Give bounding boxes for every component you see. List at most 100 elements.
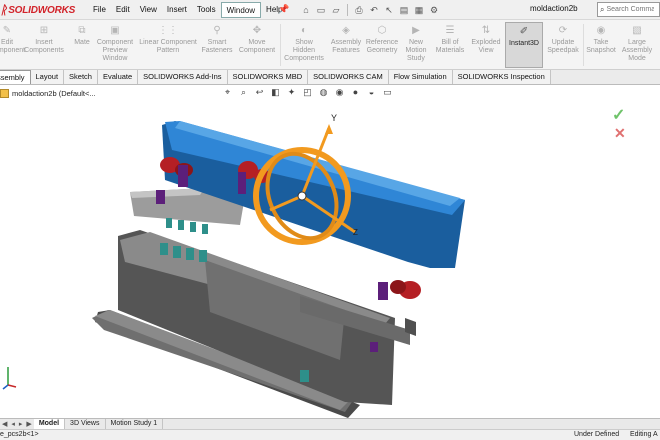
menu-insert[interactable]: Insert [162, 2, 192, 18]
menu-edit[interactable]: Edit [111, 2, 135, 18]
view-orientation-icon[interactable]: ◰ [302, 87, 313, 98]
scroll-right-icon[interactable]: ▸ [17, 420, 25, 428]
tab-assembly[interactable]: Assembly [0, 70, 31, 84]
update-speedpak-button[interactable]: ⟳ Update Speedpak [545, 22, 581, 68]
tab-sketch[interactable]: Sketch [64, 70, 98, 84]
scroll-first-icon[interactable]: ◀ [0, 420, 9, 428]
menu-file[interactable]: File [88, 2, 111, 18]
fastener-icon: ⚲ [213, 25, 221, 36]
insert-components-button[interactable]: ⊞ Insert Components [24, 22, 64, 68]
menu-tools[interactable]: Tools [192, 2, 221, 18]
previous-view-icon[interactable]: ↩ [254, 87, 265, 98]
solidworks-logo[interactable]: ᚱ SOLIDWORKS [0, 3, 75, 17]
document-title: moldaction2b [530, 4, 578, 13]
linear-pattern-button[interactable]: ⋮⋮ Linear Component Pattern [138, 22, 198, 68]
exploded-view-button[interactable]: ⇅ Exploded View [469, 22, 503, 68]
instant3d-button[interactable]: ✐ Instant3D [505, 22, 543, 68]
tab-inspection[interactable]: SOLIDWORKS Inspection [452, 70, 551, 84]
print-icon[interactable]: ⎙ [353, 4, 365, 16]
view-settings-icon[interactable]: ▭ [382, 87, 393, 98]
tab-model[interactable]: Model [33, 418, 66, 430]
edit-appearance-icon[interactable]: ● [350, 87, 361, 98]
show-hidden-icon: ◐ [300, 25, 308, 36]
open-folder-icon[interactable]: ▱ [330, 4, 342, 16]
show-hidden-components-button[interactable]: ◐ Show Hidden Components [283, 22, 325, 68]
reference-geometry-button[interactable]: ⬡ Reference Geometry [364, 22, 400, 68]
exploded-view-icon: ⇅ [481, 25, 491, 36]
rebuild-icon[interactable]: ▤ [398, 4, 410, 16]
new-document-icon[interactable]: ▭ [315, 4, 327, 16]
status-editing: Editing A [630, 431, 658, 438]
linear-pattern-icon: ⋮⋮ [158, 25, 178, 36]
large-assembly-icon: ▧ [632, 25, 642, 36]
status-bar: e_pcs2b<1> Under Defined Editing A [0, 429, 660, 440]
graphics-area[interactable]: Y Z moldaction2b (Default<... ⌖ ⌕ ↩ ◧ ✦ … [0, 85, 660, 418]
zoom-area-icon[interactable]: ⌕ [238, 87, 249, 98]
bill-of-materials-button[interactable]: ☰ Bill of Materials [433, 22, 467, 68]
scroll-last-icon[interactable]: ▶ [24, 420, 33, 428]
tab-evaluate[interactable]: Evaluate [97, 70, 139, 84]
undo-icon[interactable]: ↶ [368, 4, 380, 16]
confirm-check-icon[interactable]: ✓ [612, 105, 625, 125]
menu-view[interactable]: View [135, 2, 162, 18]
quick-access-toolbar: ⌂ ▭ ▱ ⎙ ↶ ↖ ▤ ▦ ⚙ [300, 2, 440, 18]
ds-logo-icon: ᚱ [0, 3, 8, 17]
separator [280, 24, 281, 66]
y-axis-label: Y [331, 113, 338, 123]
take-snapshot-button[interactable]: ◉ Take Snapshot [585, 22, 617, 68]
tab-mbd[interactable]: SOLIDWORKS MBD [227, 70, 309, 84]
search-box[interactable]: ⌕ [597, 2, 660, 17]
edit-component-icon: ✎ [2, 25, 12, 36]
motion-study-icon: ▶ [412, 25, 420, 36]
file-properties-icon[interactable]: ▦ [413, 4, 425, 16]
options-gear-icon[interactable]: ⚙ [428, 4, 440, 16]
instant3d-icon: ✐ [519, 26, 529, 37]
feature-tree-root[interactable]: moldaction2b (Default<... [0, 89, 96, 98]
assembly-features-button[interactable]: ◈ Assembly Features [328, 22, 364, 68]
display-style-icon[interactable]: ◍ [318, 87, 329, 98]
search-icon: ⌕ [600, 4, 605, 14]
assembly-features-icon: ◈ [342, 25, 350, 36]
separator [583, 24, 584, 66]
home-icon[interactable]: ⌂ [300, 4, 312, 16]
insert-components-icon: ⊞ [39, 25, 49, 36]
tab-motion-study[interactable]: Motion Study 1 [106, 418, 164, 430]
move-component-button[interactable]: ✥ Move Component [236, 22, 278, 68]
tab-flow-simulation[interactable]: Flow Simulation [388, 70, 453, 84]
preview-window-icon: ▣ [110, 25, 120, 36]
command-tabs: Assembly Layout Sketch Evaluate SOLIDWOR… [0, 70, 660, 85]
edit-component-button[interactable]: ✎ Edit Component [0, 22, 25, 68]
cancel-x-icon[interactable]: ✕ [614, 125, 626, 142]
brand-name: SOLIDWORKS [8, 4, 76, 16]
status-definition: Under Defined [574, 431, 620, 438]
menu-window[interactable]: Window [220, 2, 262, 18]
bottom-tabs: ◀ ◂ ▸ ▶ Model 3D Views Motion Study 1 [0, 418, 660, 430]
tab-3d-views[interactable]: 3D Views [65, 418, 106, 430]
smart-fasteners-button[interactable]: ⚲ Smart Fasteners [200, 22, 234, 68]
heads-up-view-toolbar: ⌖ ⌕ ↩ ◧ ✦ ◰ ◍ ◉ ● ◒ ▭ [222, 87, 393, 98]
new-motion-study-button[interactable]: ▶ New Motion Study [401, 22, 431, 68]
tab-addins[interactable]: SOLIDWORKS Add-Ins [138, 70, 228, 84]
search-input[interactable] [606, 6, 655, 13]
command-manager: ✎ Edit Component ⊞ Insert Components ⧉ M… [0, 20, 660, 70]
bom-icon: ☰ [445, 25, 455, 36]
hide-show-items-icon[interactable]: ◉ [334, 87, 345, 98]
select-icon[interactable]: ↖ [383, 4, 395, 16]
zoom-to-fit-icon[interactable]: ⌖ [222, 87, 233, 98]
speedpak-icon: ⟳ [558, 25, 568, 36]
z-axis-label: Z [353, 228, 358, 237]
section-view-icon[interactable]: ◧ [270, 87, 281, 98]
component-preview-button[interactable]: ▣ Component Preview Window [94, 22, 136, 68]
apply-scene-icon[interactable]: ◒ [366, 87, 377, 98]
large-assembly-mode-button[interactable]: ▧ Large Assembly Mode [619, 22, 655, 68]
assembly-icon [0, 89, 9, 98]
scroll-left-icon[interactable]: ◂ [9, 420, 17, 428]
tab-layout[interactable]: Layout [30, 70, 65, 84]
mate-icon: ⧉ [78, 25, 86, 36]
reference-triad-icon [2, 367, 17, 390]
tab-cam[interactable]: SOLIDWORKS CAM [308, 70, 389, 84]
mate-button[interactable]: ⧉ Mate [70, 22, 94, 68]
dynamic-annotation-icon[interactable]: ✦ [286, 87, 297, 98]
pin-icon[interactable]: 📌 [278, 4, 289, 15]
mold-assembly-model[interactable] [0, 85, 660, 418]
